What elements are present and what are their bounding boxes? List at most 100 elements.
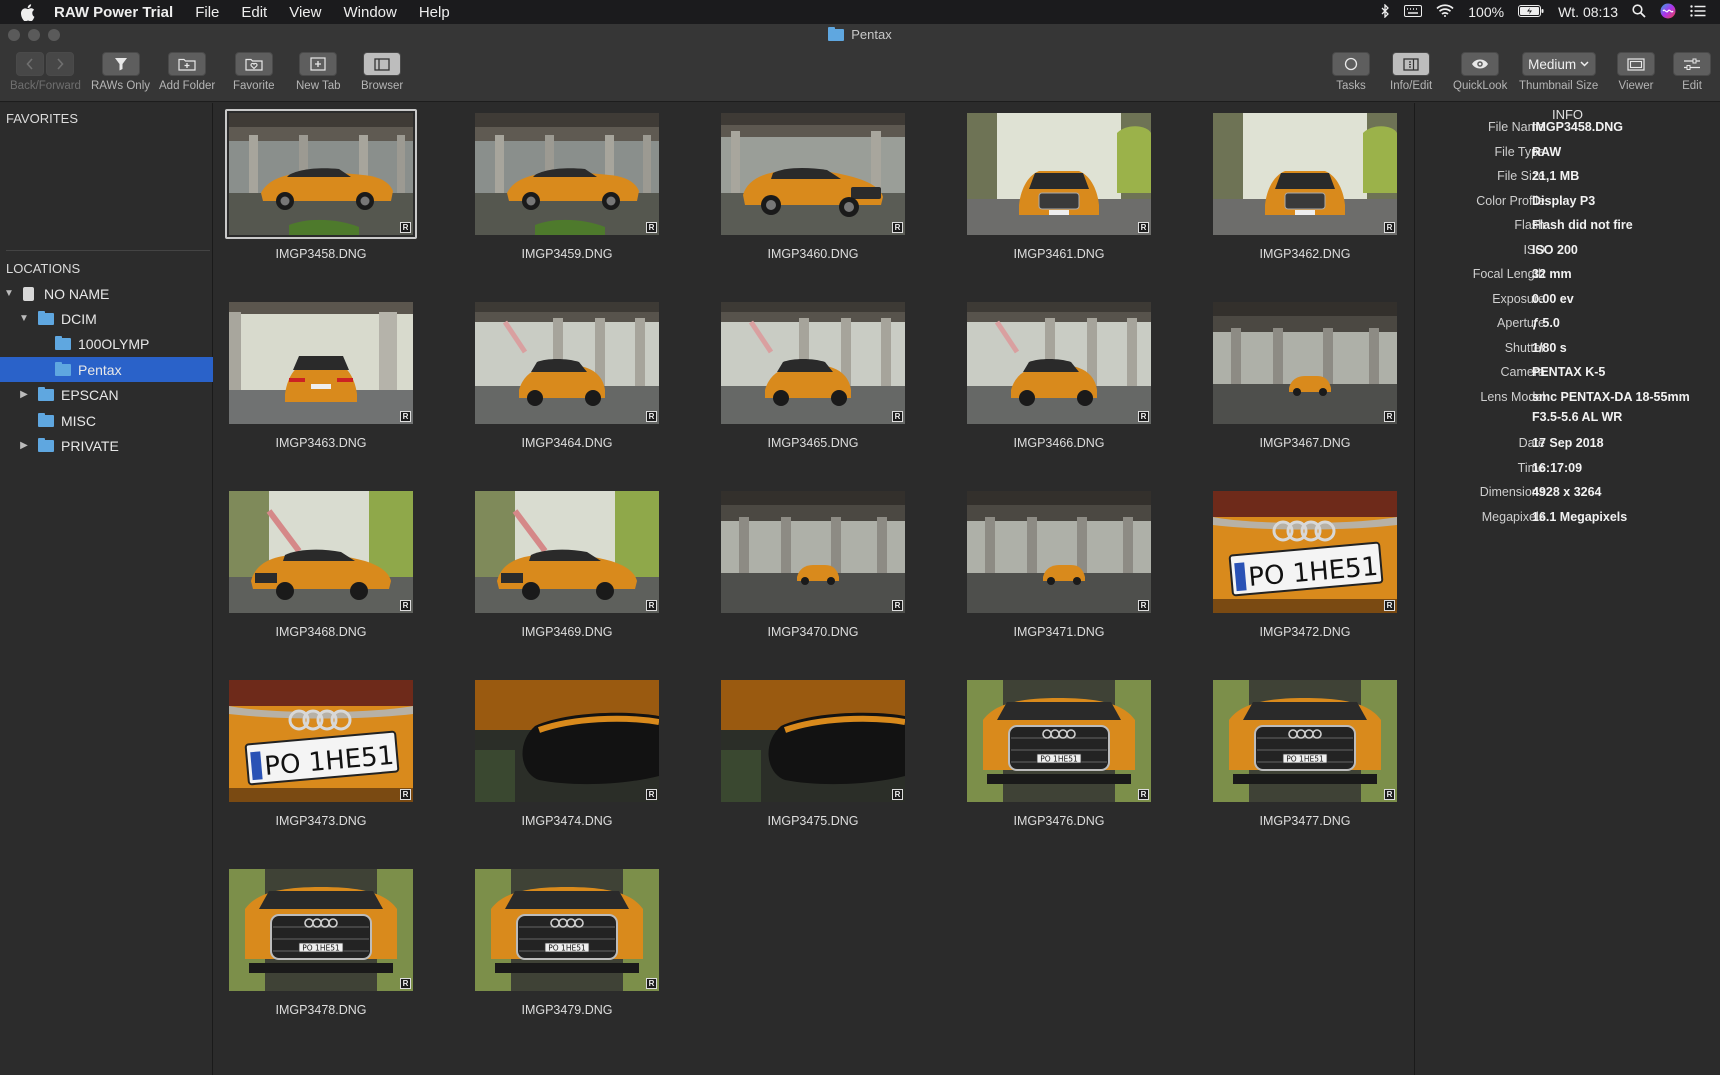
photo-thumbnail[interactable]: PO 1HE51 R (475, 869, 659, 991)
app-name[interactable]: RAW Power Trial (54, 4, 173, 21)
tasks-button[interactable] (1332, 52, 1370, 76)
photo-thumbnail[interactable]: R (721, 680, 905, 802)
photo-thumbnail[interactable]: R (229, 491, 413, 613)
forward-button[interactable] (46, 52, 75, 76)
viewer-button[interactable] (1617, 52, 1655, 76)
photo-thumbnail[interactable]: R (967, 302, 1151, 424)
photo-thumbnail[interactable]: R (229, 302, 413, 424)
browser-button[interactable] (363, 52, 402, 76)
edit-tool[interactable]: Edit (1673, 52, 1711, 92)
thumbnail-item[interactable]: PO 1HE51 R IMGP3473.DNG (214, 670, 460, 859)
disclosure-collapsed-icon[interactable]: ▶ (19, 440, 29, 451)
disclosure-collapsed-icon[interactable]: ▶ (19, 389, 29, 400)
thumbnail-item[interactable]: PO 1HE51 R IMGP3476.DNG (952, 670, 1198, 859)
browser-label: Browser (361, 80, 404, 92)
thumbnail-item[interactable]: R IMGP3471.DNG (952, 481, 1198, 670)
battery-icon[interactable] (1518, 4, 1544, 20)
thumbnail-item[interactable]: R IMGP3462.DNG (1198, 103, 1444, 292)
bluetooth-icon[interactable] (1381, 2, 1390, 21)
menu-edit[interactable]: Edit (241, 4, 267, 21)
thumbnail-item[interactable]: R IMGP3464.DNG (460, 292, 706, 481)
quicklook-button[interactable] (1461, 52, 1500, 76)
thumbnail-item[interactable]: PO 1HE51 R IMGP3472.DNG (1198, 481, 1444, 670)
battery-percent[interactable]: 100% (1468, 4, 1504, 20)
thumbnail-item[interactable]: R IMGP3460.DNG (706, 103, 952, 292)
thumbnail-item[interactable]: R IMGP3458.DNG (214, 103, 460, 292)
photo-thumbnail[interactable]: R (475, 302, 659, 424)
photo-thumbnail[interactable]: R (475, 491, 659, 613)
menu-window[interactable]: Window (343, 4, 396, 21)
thumbnail-item[interactable]: PO 1HE51 R IMGP3478.DNG (214, 859, 460, 1048)
photo-thumbnail[interactable]: PO 1HE51 R (1213, 680, 1397, 802)
photo-thumbnail[interactable]: R (721, 302, 905, 424)
tasks-tool[interactable]: Tasks (1332, 52, 1370, 92)
thumbnail-item[interactable]: R IMGP3475.DNG (706, 670, 952, 859)
raws-only-button[interactable] (101, 52, 140, 76)
thumbnail-item[interactable]: R IMGP3465.DNG (706, 292, 952, 481)
sidebar-item-100olymp[interactable]: 100OLYMP (0, 331, 213, 356)
photo-thumbnail[interactable]: PO 1HE51 R (229, 869, 413, 991)
thumbnail-item[interactable]: R IMGP3467.DNG (1198, 292, 1444, 481)
spotlight-search-icon[interactable] (1632, 3, 1646, 21)
photo-thumbnail[interactable]: PO 1HE51 R (967, 680, 1151, 802)
photo-thumbnail[interactable]: R (1213, 113, 1397, 235)
notification-center-icon[interactable] (1690, 4, 1706, 20)
photo-thumbnail[interactable]: R (229, 113, 413, 235)
edit-button[interactable] (1673, 52, 1711, 76)
menu-file[interactable]: File (195, 4, 219, 21)
thumbnail-item[interactable]: PO 1HE51 R IMGP3479.DNG (460, 859, 706, 1048)
raws-only-tool[interactable]: RAWs Only (91, 52, 150, 92)
thumbnail-item[interactable]: R IMGP3470.DNG (706, 481, 952, 670)
add-folder-button[interactable] (168, 52, 207, 76)
thumbnail-item[interactable]: R IMGP3469.DNG (460, 481, 706, 670)
thumbnail-item[interactable]: R IMGP3463.DNG (214, 292, 460, 481)
thumbnail-item[interactable]: R IMGP3461.DNG (952, 103, 1198, 292)
apple-menu-icon[interactable] (20, 3, 40, 21)
thumbnail-item[interactable]: R IMGP3459.DNG (460, 103, 706, 292)
sidebar-item-dcim[interactable]: ▼ DCIM (0, 306, 213, 331)
wifi-icon[interactable] (1436, 4, 1454, 20)
svg-text:PO 1HE51: PO 1HE51 (1286, 755, 1324, 764)
new-tab-tool[interactable]: New Tab (296, 52, 341, 92)
quicklook-tool[interactable]: QuickLook (1453, 52, 1507, 92)
thumbnail-item[interactable]: R IMGP3468.DNG (214, 481, 460, 670)
photo-thumbnail[interactable]: R (475, 113, 659, 235)
photo-thumbnail[interactable]: PO 1HE51 R (229, 680, 413, 802)
siri-icon[interactable] (1660, 3, 1676, 22)
new-tab-button[interactable] (299, 52, 338, 76)
menu-help[interactable]: Help (419, 4, 450, 21)
info-value: 0.00 ev (1532, 291, 1574, 306)
sidebar-item-epscan[interactable]: ▶ EPSCAN (0, 382, 213, 407)
sidebar-item-misc[interactable]: MISC (0, 408, 213, 433)
photo-thumbnail[interactable]: R (475, 680, 659, 802)
add-folder-tool[interactable]: Add Folder (159, 52, 215, 92)
raw-badge-icon: R (400, 978, 411, 989)
viewer-tool[interactable]: Viewer (1617, 52, 1655, 92)
disclosure-expanded-icon[interactable]: ▼ (19, 313, 29, 324)
disclosure-expanded-icon[interactable]: ▼ (4, 288, 14, 299)
thumbnail-item[interactable]: PO 1HE51 R IMGP3477.DNG (1198, 670, 1444, 859)
thumbnail-size-tool[interactable]: Medium Thumbnail Size (1519, 52, 1598, 92)
thumbnail-size-select[interactable]: Medium (1521, 52, 1596, 76)
back-button[interactable] (16, 52, 45, 76)
browser-tool[interactable]: Browser (361, 52, 403, 92)
photo-thumbnail[interactable]: R (721, 113, 905, 235)
menu-view[interactable]: View (289, 4, 321, 21)
info-edit-button[interactable] (1392, 52, 1431, 76)
car-photo-image: PO 1HE51 (1213, 491, 1397, 613)
sidebar-item-private[interactable]: ▶ PRIVATE (0, 433, 213, 458)
photo-thumbnail[interactable]: R (721, 491, 905, 613)
thumbnail-item[interactable]: R IMGP3474.DNG (460, 670, 706, 859)
sidebar-item-pentax[interactable]: Pentax (0, 357, 213, 382)
photo-thumbnail[interactable]: PO 1HE51 R (1213, 491, 1397, 613)
thumbnail-item[interactable]: R IMGP3466.DNG (952, 292, 1198, 481)
keyboard-icon[interactable] (1404, 4, 1423, 20)
favorite-tool[interactable]: Favorite (233, 52, 275, 92)
photo-thumbnail[interactable]: R (1213, 302, 1397, 424)
clock[interactable]: Wt. 08:13 (1558, 4, 1618, 20)
photo-thumbnail[interactable]: R (967, 491, 1151, 613)
info-edit-tool[interactable]: Info/Edit (1390, 52, 1432, 92)
photo-thumbnail[interactable]: R (967, 113, 1151, 235)
favorite-button[interactable] (234, 52, 273, 76)
sidebar-item-no-name[interactable]: ▼ NO NAME (0, 281, 213, 306)
